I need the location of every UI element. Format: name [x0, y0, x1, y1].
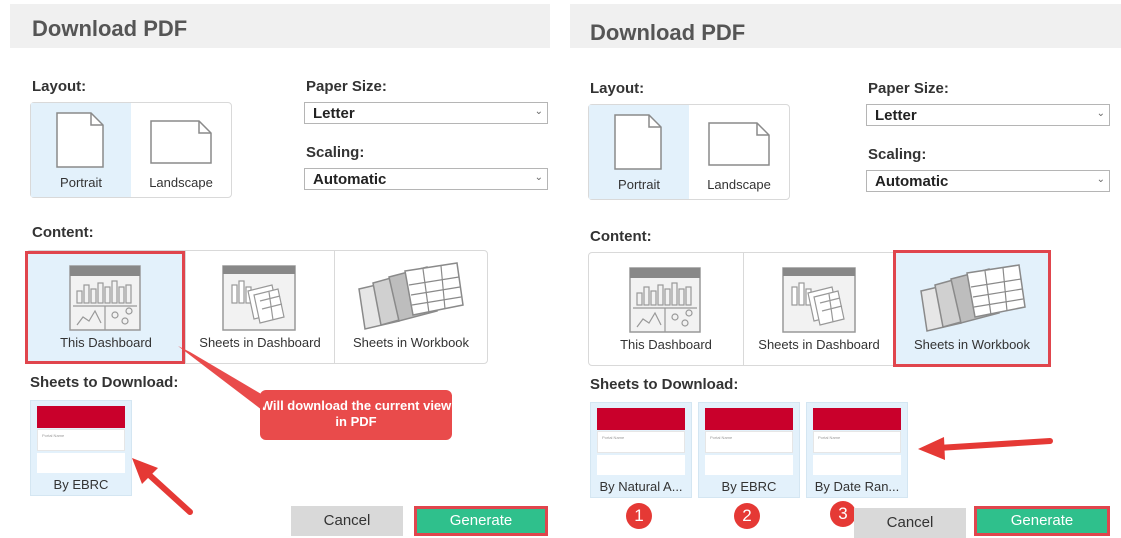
layout-portrait-option[interactable]: Portrait: [589, 105, 689, 199]
paper-size-value: Letter: [313, 105, 355, 122]
content-sheets-in-dashboard-option[interactable]: Sheets in Dashboard: [744, 253, 894, 365]
content-this-dashboard-option[interactable]: This Dashboard: [589, 253, 743, 365]
sheets-in-workbook-icon: [358, 262, 464, 330]
landscape-label: Landscape: [149, 175, 213, 190]
content-label: Content:: [590, 228, 652, 245]
dashboard-icon: [629, 267, 701, 333]
callout-annotation: Will download the current view in PDF: [260, 390, 452, 440]
thumbnail-card: Portal Name: [37, 429, 125, 451]
step-badge-2: 2: [734, 503, 760, 529]
sheet-thumbnail-by-natural-area[interactable]: Portal Name By Natural A...: [590, 402, 692, 498]
scaling-value: Automatic: [875, 173, 949, 190]
chevron-down-icon: ⌄: [534, 172, 543, 183]
paper-size-select[interactable]: Letter ⌄: [304, 102, 548, 124]
paper-size-select[interactable]: Letter ⌄: [866, 104, 1110, 126]
paper-size-value: Letter: [875, 107, 917, 124]
layout-label: Layout:: [32, 78, 87, 95]
page-landscape-icon: [150, 120, 212, 164]
dialog-title: Download PDF: [590, 20, 746, 45]
thumbnail-text: Portal Name: [602, 435, 625, 440]
portrait-label: Portrait: [60, 175, 102, 190]
scaling-select[interactable]: Automatic ⌄: [304, 168, 548, 190]
page-portrait-icon: [614, 114, 662, 170]
step-badge-1: 1: [626, 503, 652, 529]
paper-size-label: Paper Size:: [868, 80, 949, 97]
dialog-title: Download PDF: [32, 16, 188, 41]
generate-button[interactable]: Generate: [974, 506, 1110, 536]
sheet-label: By Date Ran...: [814, 479, 900, 494]
thumbnail-banner: [705, 408, 793, 430]
portrait-label: Portrait: [618, 177, 660, 192]
content-option-label: This Dashboard: [620, 337, 712, 352]
scaling-label: Scaling:: [868, 146, 927, 163]
cancel-button[interactable]: Cancel: [291, 506, 403, 536]
content-option-label: Sheets in Dashboard: [199, 335, 321, 350]
thumbnail-text: Portal Name: [42, 433, 65, 438]
chevron-down-icon: ⌄: [1096, 108, 1105, 119]
sheet-label: By Natural A...: [599, 479, 683, 494]
cancel-button[interactable]: Cancel: [854, 508, 966, 538]
page-landscape-icon: [708, 122, 770, 166]
content-sheets-in-workbook-option[interactable]: Sheets in Workbook: [335, 251, 487, 363]
thumbnail-card: [813, 455, 901, 475]
thumbnail-card: Portal Name: [813, 431, 901, 453]
highlight-frame-this-dashboard: [25, 251, 185, 364]
thumbnail-card: [37, 453, 125, 473]
page-portrait-icon: [56, 112, 104, 168]
sheets-in-dashboard-icon: [782, 267, 856, 333]
layout-landscape-option[interactable]: Landscape: [131, 103, 231, 197]
highlight-frame-sheets-in-workbook: [893, 250, 1051, 367]
sheet-label: By EBRC: [53, 477, 109, 492]
paper-size-label: Paper Size:: [306, 78, 387, 95]
layout-portrait-option[interactable]: Portrait: [31, 103, 131, 197]
thumbnail-card: Portal Name: [597, 431, 685, 453]
thumbnail-banner: [813, 408, 901, 430]
chevron-down-icon: ⌄: [1096, 174, 1105, 185]
thumbnail-banner: [37, 406, 125, 428]
layout-landscape-option[interactable]: Landscape: [689, 105, 789, 199]
sheets-in-dashboard-icon: [222, 265, 296, 331]
thumbnail-card: [705, 455, 793, 475]
sheet-label: By EBRC: [721, 479, 777, 494]
download-pdf-dialog-left: Download PDF Layout: Portrait Landscape …: [0, 0, 560, 538]
layout-selector: Portrait Landscape: [30, 102, 232, 198]
thumbnail-text: Portal Name: [818, 435, 841, 440]
chevron-down-icon: ⌄: [534, 106, 543, 117]
thumbnail-card: [597, 455, 685, 475]
sheet-thumbnail-by-ebrc[interactable]: Portal Name By EBRC: [698, 402, 800, 498]
layout-selector: Portrait Landscape: [588, 104, 790, 200]
content-option-label: Sheets in Dashboard: [758, 337, 880, 352]
content-label: Content:: [32, 224, 94, 241]
thumbnail-banner: [597, 408, 685, 430]
landscape-label: Landscape: [707, 177, 771, 192]
sheet-thumbnail-by-date-range[interactable]: Portal Name By Date Ran...: [806, 402, 908, 498]
step-badge-3: 3: [830, 501, 856, 527]
thumbnail-text: Portal Name: [710, 435, 733, 440]
dialog-header: Download PDF: [10, 4, 550, 48]
scaling-label: Scaling:: [306, 144, 365, 161]
scaling-select[interactable]: Automatic ⌄: [866, 170, 1110, 192]
generate-button[interactable]: Generate: [414, 506, 548, 536]
dialog-header: Download PDF: [570, 4, 1121, 48]
sheet-thumbnail-by-ebrc[interactable]: Portal Name By EBRC: [30, 400, 132, 496]
content-option-label: Sheets in Workbook: [352, 335, 470, 350]
layout-label: Layout:: [590, 80, 645, 97]
thumbnail-card: Portal Name: [705, 431, 793, 453]
sheets-to-download-label: Sheets to Download:: [30, 374, 179, 391]
scaling-value: Automatic: [313, 171, 387, 188]
sheets-to-download-label: Sheets to Download:: [590, 376, 739, 393]
download-pdf-dialog-right: Download PDF Layout: Portrait Landscape …: [560, 0, 1121, 538]
content-sheets-in-dashboard-option[interactable]: Sheets in Dashboard: [186, 251, 334, 363]
